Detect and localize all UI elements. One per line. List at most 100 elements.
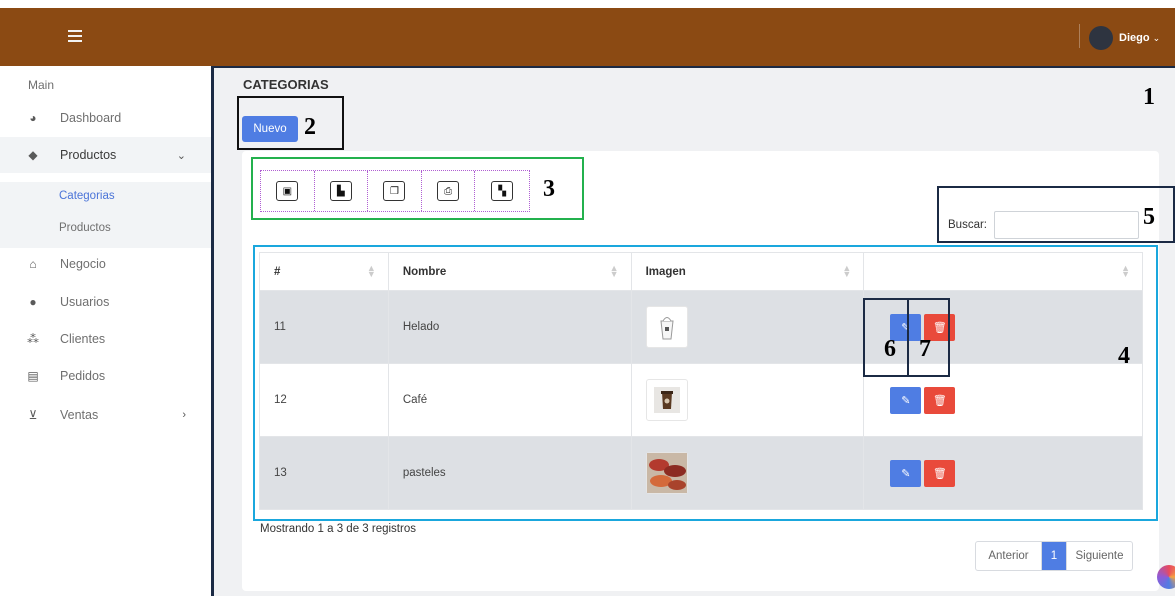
pagination-prev[interactable]: Anterior — [976, 542, 1042, 570]
sidebar-item-label: Pedidos — [60, 369, 106, 383]
column-header-actions[interactable]: ▲ ▼ — [863, 252, 1143, 291]
column-header-nombre[interactable]: Nombre ▲ ▼ — [387, 252, 632, 291]
pagination-next[interactable]: Siguiente — [1066, 542, 1132, 570]
trash-icon: 🗑︎ — [932, 394, 947, 407]
sort-icon: ▲ ▼ — [842, 263, 852, 279]
delete-button[interactable]: 🗑︎ — [924, 386, 956, 414]
table-row: 13 pasteles ✎ 🗑︎ — [259, 436, 1143, 510]
table-row: 12 Café ✎ 🗑︎ — [259, 363, 1143, 437]
home-icon: ⌂ — [29, 257, 37, 271]
sidebar: Main ◕ Dashboard ◆ Productos ⌄ Categoria… — [0, 66, 212, 596]
cell-id: 11 — [259, 290, 389, 364]
export-buttons: ▣ ▙ ❐ ⎙ ▚ — [260, 170, 530, 212]
chevron-down-icon: ⌄ — [176, 149, 186, 162]
table-info: Mostrando 1 a 3 de 3 registros — [260, 523, 416, 535]
edit-button[interactable]: ✎ — [890, 459, 922, 487]
edit-icon: ✎ — [901, 321, 911, 334]
cart-icon: ⊻ — [28, 408, 38, 422]
sidebar-item-clientes[interactable]: ⁂ Clientes — [0, 321, 212, 357]
page-title: CATEGORIAS — [243, 77, 329, 92]
tags-icon: ◆ — [28, 148, 38, 162]
export-pdf-button[interactable]: ▙ — [315, 171, 369, 211]
sidebar-item-negocio[interactable]: ⌂ Negocio — [0, 246, 212, 282]
sidebar-subitem-productos[interactable]: Productos — [59, 222, 111, 234]
categories-table: # ▲ ▼ Nombre ▲ ▼ Imagen ▲ ▼ ▲ ▼ 11 Helado ✎ 🗑︎ 1… — [259, 252, 1143, 510]
print-icon: ⎙ — [437, 181, 460, 201]
pagination: Anterior 1 Siguiente — [975, 541, 1133, 571]
column-header-id[interactable]: # ▲ ▼ — [259, 252, 389, 291]
cell-actions: ✎ 🗑︎ — [863, 436, 1143, 510]
chevron-right-icon: › — [182, 409, 186, 421]
annotation-label-6: 6 — [884, 336, 896, 362]
sidebar-item-label: Dashboard — [60, 111, 122, 125]
header-divider — [1079, 24, 1080, 48]
cell-nombre: pasteles — [387, 436, 632, 510]
chevron-down-icon: ⌄ — [1152, 32, 1161, 43]
top-gap — [0, 0, 1175, 8]
top-bar: Diego ⌄ — [0, 0, 1175, 66]
sidebar-subitem-categorias[interactable]: Categorias — [59, 190, 115, 202]
sidebar-item-dashboard[interactable]: ◕ Dashboard — [0, 100, 212, 136]
cell-imagen — [630, 290, 865, 364]
sidebar-item-label: Usuarios — [60, 295, 110, 309]
annotation-label-3: 3 — [543, 176, 555, 202]
edit-icon: ✎ — [901, 394, 911, 407]
pdf-icon: ▙ — [329, 181, 352, 201]
sidebar-item-usuarios[interactable]: ● Usuarios — [0, 284, 212, 320]
sort-icon: ▲ ▼ — [366, 263, 376, 279]
annotation-label-7: 7 — [919, 336, 931, 362]
edit-button[interactable]: ✎ — [890, 386, 922, 414]
cell-actions: ✎ 🗑︎ — [863, 290, 1143, 364]
sidebar-item-productos[interactable]: ◆ Productos ⌄ — [0, 137, 212, 173]
sidebar-item-label: Productos — [60, 148, 117, 162]
list-icon: ▤ — [27, 369, 39, 383]
copy-icon: ❐ — [383, 181, 406, 201]
annotation-label-4: 4 — [1118, 343, 1130, 369]
export-excel-button[interactable]: ▣ — [261, 171, 315, 211]
cell-nombre: Café — [387, 363, 632, 437]
sidebar-item-label: Ventas — [60, 408, 99, 422]
csv-icon: ▚ — [491, 181, 514, 201]
table-header-row: # ▲ ▼ Nombre ▲ ▼ Imagen ▲ ▼ ▲ ▼ — [259, 252, 1143, 291]
cell-nombre: Helado — [387, 290, 632, 364]
cell-imagen — [630, 436, 865, 510]
new-category-button[interactable]: Nuevo — [242, 116, 298, 142]
annotation-label-5: 5 — [1143, 204, 1155, 230]
sort-icon: ▲ ▼ — [1121, 263, 1130, 279]
avatar — [1089, 26, 1113, 50]
pie-chart-icon: ◕ — [29, 111, 37, 125]
search-label: Buscar: — [948, 219, 987, 231]
search-input[interactable] — [994, 211, 1139, 239]
user-name: Diego — [1119, 32, 1150, 44]
trash-icon: 🗑︎ — [932, 321, 947, 334]
cell-actions: ✎ 🗑︎ — [863, 363, 1143, 437]
pastries-image — [645, 452, 688, 494]
column-header-imagen[interactable]: Imagen ▲ ▼ — [630, 252, 865, 291]
cell-id: 13 — [259, 436, 389, 510]
table-row: 11 Helado ✎ 🗑︎ — [259, 290, 1143, 364]
user-icon: ● — [29, 295, 37, 309]
cell-imagen — [630, 363, 865, 437]
ice-cream-cup-image — [645, 306, 688, 348]
delete-button[interactable]: 🗑︎ — [924, 459, 956, 487]
users-icon: ⁂ — [27, 332, 39, 346]
assistant-icon[interactable] — [1157, 565, 1175, 589]
sidebar-section-label: Main — [28, 78, 55, 92]
coffee-cup-image — [645, 379, 688, 421]
export-csv-button[interactable]: ▚ — [475, 171, 529, 211]
hamburger-icon[interactable] — [68, 30, 82, 42]
header-bar — [0, 8, 1175, 66]
sort-icon: ▲ ▼ — [609, 263, 619, 279]
trash-icon: 🗑︎ — [932, 467, 947, 480]
sidebar-item-pedidos[interactable]: ▤ Pedidos — [0, 358, 212, 394]
print-button[interactable]: ⎙ — [422, 171, 476, 211]
sidebar-item-ventas[interactable]: ⊻ Ventas › — [0, 397, 212, 433]
annotation-label-2: 2 — [304, 114, 316, 140]
cell-id: 12 — [259, 363, 389, 437]
user-menu[interactable]: Diego ⌄ — [1089, 26, 1160, 50]
annotation-label-1: 1 — [1143, 84, 1155, 110]
copy-button[interactable]: ❐ — [368, 171, 422, 211]
pagination-page-1[interactable]: 1 — [1042, 542, 1066, 570]
sidebar-item-label: Clientes — [60, 332, 106, 346]
sidebar-item-label: Negocio — [60, 257, 106, 271]
